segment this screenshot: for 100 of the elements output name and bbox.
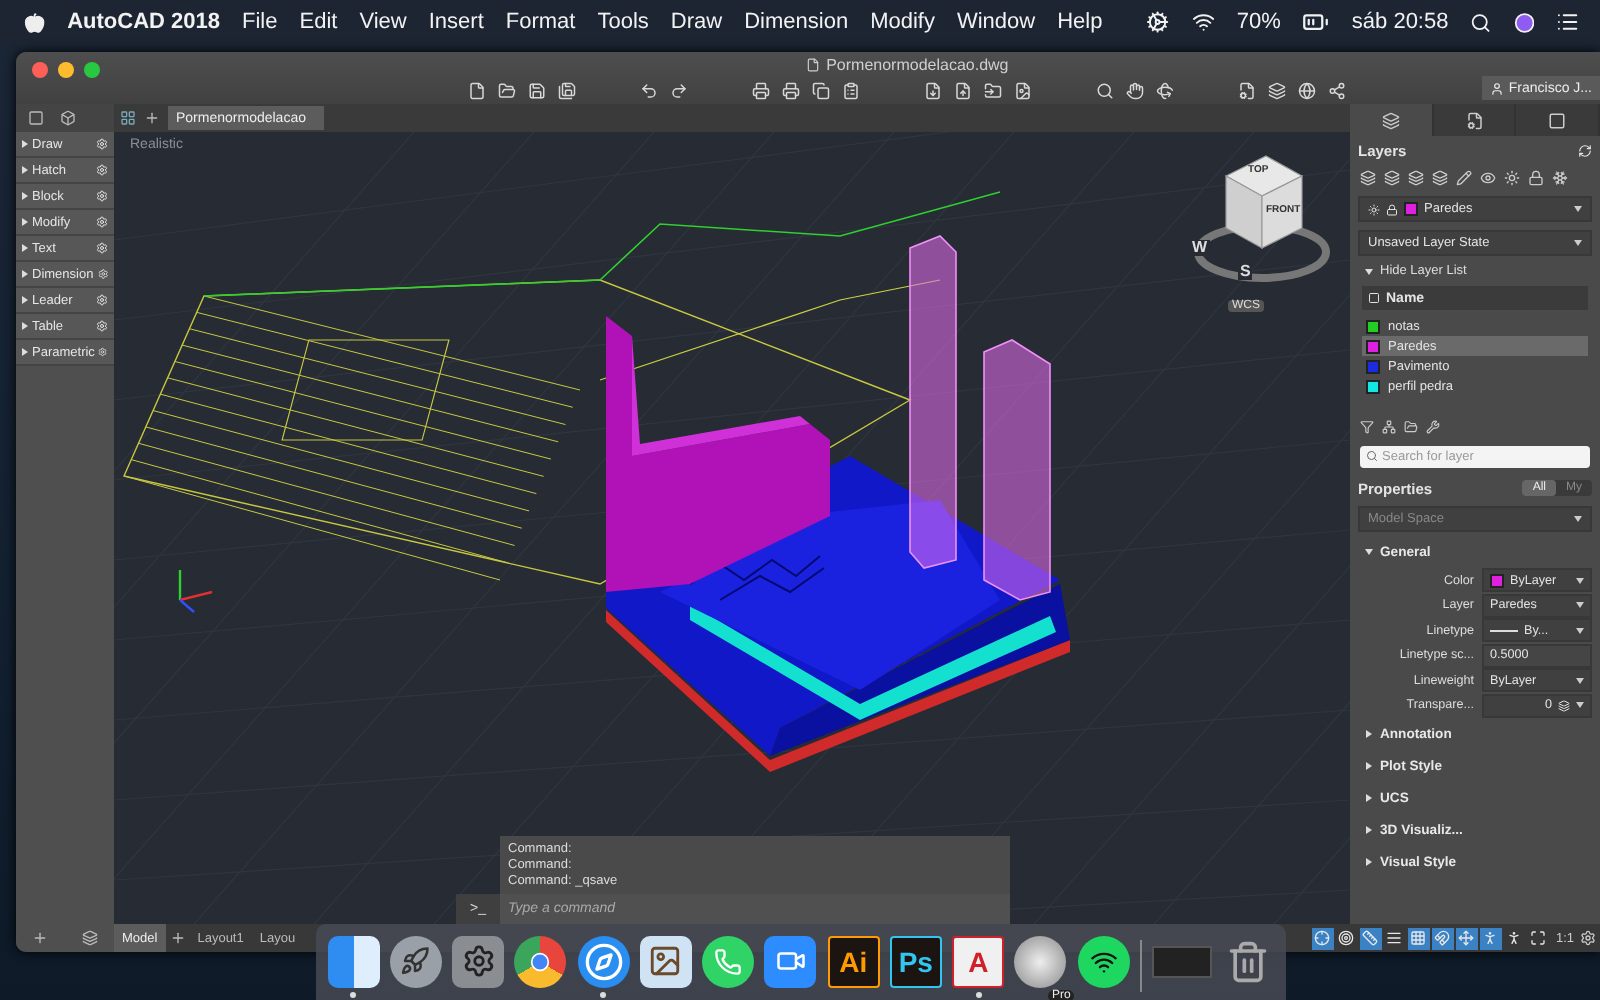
orbit-icon[interactable]	[1156, 82, 1175, 100]
menu-item[interactable]: Format	[505, 10, 576, 34]
grid-view-icon[interactable]	[120, 110, 136, 126]
folder-icon[interactable]	[498, 82, 517, 100]
target-icon[interactable]	[1335, 927, 1358, 949]
menu-item[interactable]: Help	[1057, 10, 1103, 34]
rectangle-icon[interactable]	[28, 110, 44, 126]
dock-app-tile[interactable]: Ai	[827, 935, 880, 987]
panel-tab[interactable]	[1350, 104, 1434, 136]
filter-icon[interactable]	[1360, 419, 1374, 433]
edit-layer-icon[interactable]	[1456, 170, 1472, 186]
move-icon[interactable]	[1455, 927, 1478, 949]
sound-waves-icon[interactable]	[1077, 935, 1130, 987]
gear-icon	[98, 346, 108, 358]
file-settings-icon[interactable]	[1238, 82, 1257, 100]
palette-icon[interactable]	[81, 930, 98, 946]
person-icon	[1490, 81, 1505, 95]
save-icon[interactable]	[528, 82, 547, 100]
folder-icon[interactable]	[1404, 419, 1418, 433]
menu-item[interactable]: File	[242, 10, 278, 34]
refresh-icon[interactable]	[1578, 143, 1592, 157]
compass-icon[interactable]	[577, 935, 630, 987]
printer-icon[interactable]	[752, 82, 771, 100]
smiling-face-icon[interactable]	[327, 935, 380, 987]
square-icon	[1548, 111, 1567, 129]
undo-icon[interactable]	[640, 82, 659, 100]
printer-icon[interactable]	[782, 82, 801, 100]
add-icon[interactable]	[32, 930, 49, 946]
clipboard-icon[interactable]	[842, 82, 861, 100]
assistant-icon[interactable]	[1513, 11, 1535, 33]
rocket-icon[interactable]	[389, 935, 442, 987]
menu-item[interactable]: Tools	[597, 10, 649, 34]
dock-app-tile[interactable]: Ps	[889, 935, 942, 987]
battery-icon[interactable]	[1302, 8, 1330, 36]
dock-app-tile[interactable]: A	[952, 935, 1005, 987]
minimize-button[interactable]	[58, 62, 74, 78]
maximize-icon[interactable]	[1527, 927, 1550, 949]
menu-item[interactable]: Window	[956, 10, 1036, 34]
menu-item[interactable]: Draw	[670, 10, 723, 34]
photo-icon[interactable]	[639, 935, 692, 987]
menu-item[interactable]: View	[359, 10, 407, 34]
menu-item[interactable]: Dimension	[744, 10, 849, 34]
apple-icon[interactable]	[24, 11, 46, 33]
menu-item[interactable]: Modify	[870, 10, 935, 34]
visibility-icon[interactable]	[1480, 170, 1496, 186]
gear-icon[interactable]	[1146, 10, 1170, 34]
network-icon[interactable]	[1382, 419, 1396, 433]
crosshair-icon[interactable]	[1311, 927, 1334, 949]
redo-icon[interactable]	[670, 82, 689, 100]
layer-icon[interactable]	[1432, 170, 1448, 186]
window-thumbnail[interactable]	[1152, 945, 1213, 977]
new-tab-icon[interactable]	[144, 110, 160, 126]
document-icon	[1465, 111, 1483, 129]
image-file-icon[interactable]	[1014, 82, 1033, 100]
grid-icon[interactable]	[1407, 927, 1430, 949]
panel-tab[interactable]	[1433, 104, 1517, 136]
globe-icon[interactable]	[1298, 82, 1317, 100]
file-export-icon[interactable]	[954, 82, 973, 100]
menu-item[interactable]: Insert	[428, 10, 484, 34]
pan-hand-icon[interactable]	[1126, 82, 1145, 100]
linetype-sample	[1490, 629, 1518, 632]
menu-item[interactable]: Edit	[299, 10, 338, 34]
layers-icon[interactable]	[1268, 82, 1287, 100]
copy-icon[interactable]	[812, 82, 831, 100]
dropdown-arrow-icon	[1574, 206, 1582, 212]
gear-icon	[96, 242, 108, 254]
wrench-icon[interactable]	[1426, 419, 1440, 433]
lock-icon	[1386, 203, 1398, 215]
maximize-button[interactable]	[84, 62, 100, 78]
figure-icon[interactable]	[1479, 927, 1502, 949]
compass-label: S	[1238, 264, 1253, 280]
folder-input-icon[interactable]	[984, 82, 1003, 100]
zoom-icon[interactable]	[1096, 82, 1115, 100]
layer-icon[interactable]	[1384, 170, 1400, 186]
close-button[interactable]	[32, 62, 48, 78]
settings-icon[interactable]	[1580, 930, 1596, 946]
cube-icon[interactable]	[60, 110, 76, 126]
freeze-icon[interactable]	[1552, 170, 1568, 186]
new-layer-icon[interactable]	[1360, 170, 1376, 186]
search-icon	[1366, 450, 1378, 462]
ruler-icon[interactable]	[1359, 927, 1382, 949]
file-import-icon[interactable]	[924, 82, 943, 100]
lines-icon[interactable]	[1383, 927, 1406, 949]
search-icon[interactable]	[1470, 11, 1492, 33]
sun-icon[interactable]	[1504, 170, 1520, 186]
colorful-circle-icon[interactable]	[514, 935, 567, 987]
dropdown-arrow-icon	[1576, 627, 1584, 634]
app-menu[interactable]: AutoCAD 2018	[67, 10, 221, 34]
lock-icon[interactable]	[1528, 170, 1544, 186]
video-camera-icon[interactable]	[764, 935, 817, 987]
layer-icon[interactable]	[1408, 170, 1424, 186]
snap-icon[interactable]	[1431, 927, 1454, 949]
share-icon[interactable]	[1328, 82, 1347, 100]
disc-icon[interactable]	[1014, 935, 1067, 987]
gear-icon	[96, 138, 108, 150]
new-file-icon[interactable]	[468, 82, 487, 100]
save-as-icon[interactable]	[558, 82, 577, 100]
panel-tab[interactable]	[1516, 104, 1600, 136]
sun-icon	[1368, 203, 1380, 215]
phone-icon[interactable]	[702, 935, 755, 987]
